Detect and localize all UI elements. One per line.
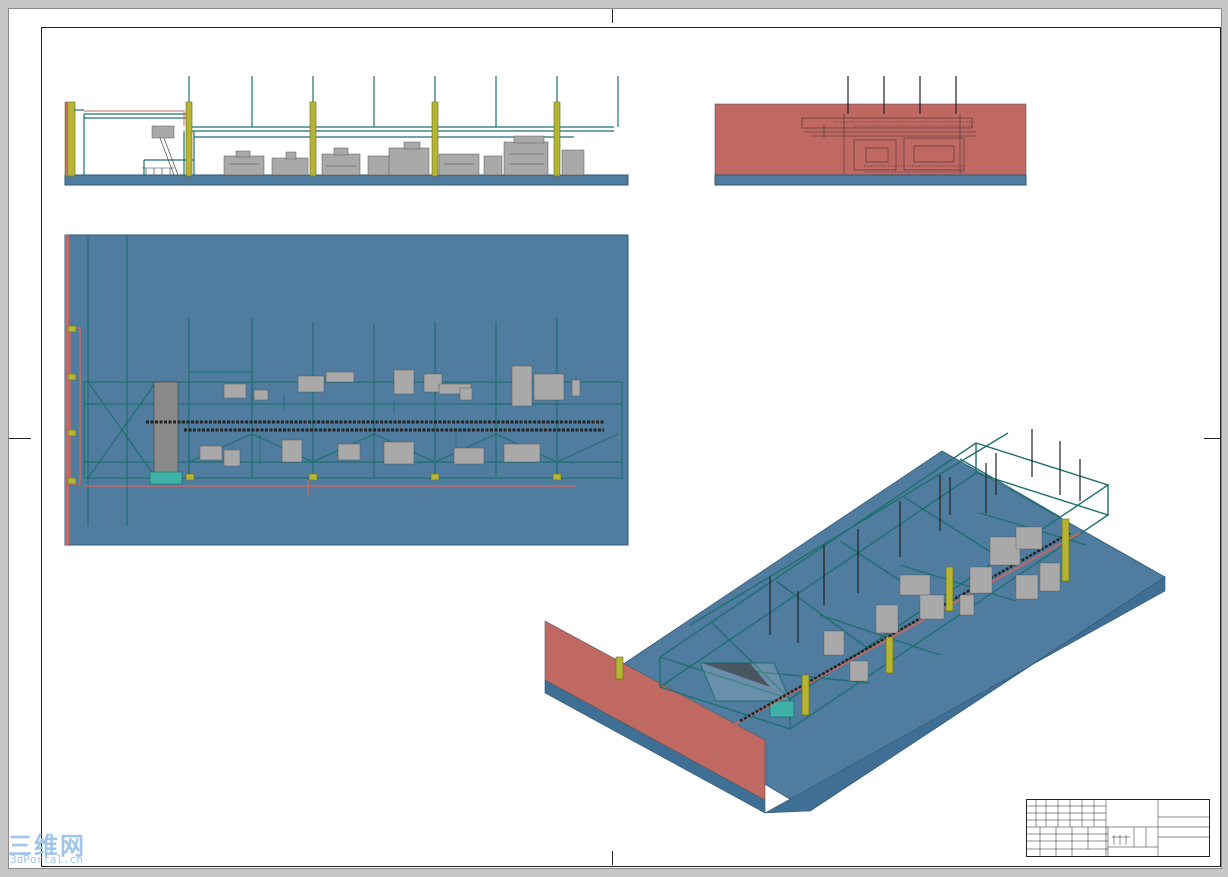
top-center-mark [612, 9, 613, 23]
watermark-site: 3dPortal.cn [10, 853, 83, 866]
side-elevation-view [714, 74, 1028, 188]
right-center-mark [1204, 438, 1220, 439]
front-elevation-view [64, 74, 630, 188]
title-block [1026, 799, 1210, 857]
left-center-mark [9, 438, 31, 439]
bottom-center-mark [612, 851, 613, 865]
site-watermark: 三维网 3dPortal.cn [8, 826, 108, 870]
isometric-view [540, 425, 1170, 820]
